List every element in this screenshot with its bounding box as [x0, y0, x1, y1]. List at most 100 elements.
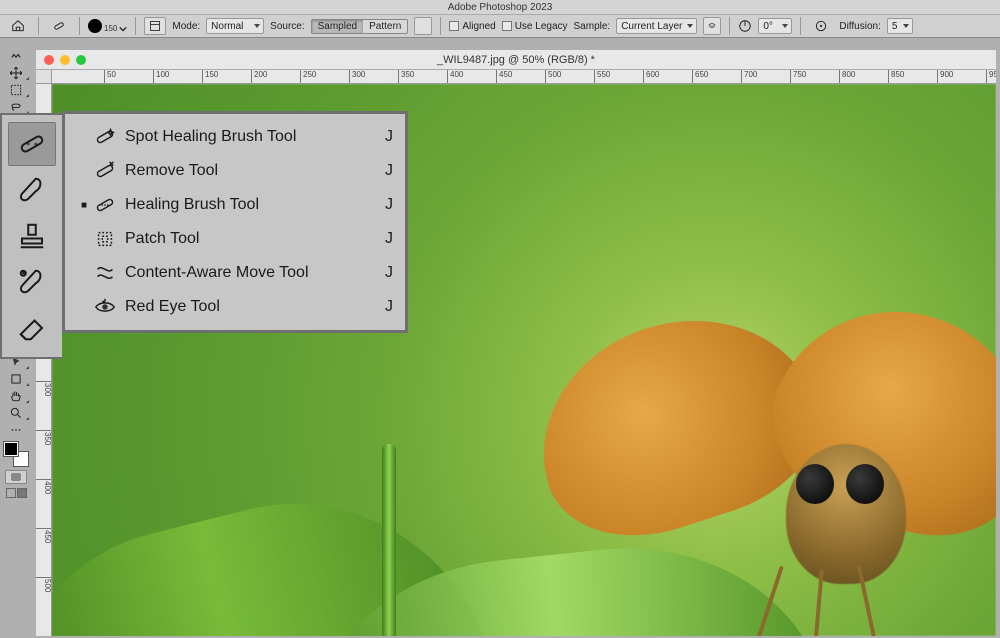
ruler-tick: 300 [36, 381, 52, 396]
flyout-item-remove[interactable]: Remove ToolJ [69, 154, 401, 188]
home-button[interactable] [6, 17, 30, 35]
tool-marquee[interactable] [2, 81, 30, 98]
flyout-label: Patch Tool [119, 230, 373, 248]
ruler-horizontal[interactable]: 5010015020025030035040045050055060065070… [52, 70, 996, 84]
ruler-tick: 800 [839, 70, 855, 84]
ruler-tick: 350 [36, 430, 52, 445]
big-tool-stamp[interactable] [8, 214, 56, 258]
panel-collapse[interactable] [2, 48, 30, 64]
flyout-shortcut: J [373, 162, 393, 180]
ruler-tick: 750 [790, 70, 806, 84]
redeye-icon [91, 296, 119, 318]
ignore-adjustment-button[interactable] [703, 17, 721, 35]
ruler-tick: 50 [104, 70, 116, 84]
flyout-shortcut: J [373, 196, 393, 214]
angle-input[interactable]: 0° [758, 18, 792, 34]
separator [38, 17, 39, 35]
flyout-label: Healing Brush Tool [119, 196, 373, 214]
mode-dropdown[interactable]: Normal [206, 18, 264, 34]
brush-size-value: 150 [104, 24, 117, 33]
brush-preview[interactable]: 150 [88, 19, 127, 33]
ruler-tick: 900 [937, 70, 953, 84]
flyout-shortcut: J [373, 298, 393, 316]
options-bar: 150 Mode: Normal Source: Sampled Pattern… [0, 15, 1000, 38]
quick-mask-toggle[interactable] [5, 470, 27, 484]
ruler-tick: 150 [202, 70, 218, 84]
angle-value: 0° [763, 21, 773, 32]
big-tool-brush[interactable] [8, 168, 56, 212]
big-tool-eraser[interactable] [8, 306, 56, 350]
aligned-label: Aligned [462, 21, 495, 32]
healing-icon [91, 194, 119, 216]
source-sampled[interactable]: Sampled [312, 20, 363, 33]
ruler-origin[interactable] [36, 70, 52, 84]
chevron-down-icon [119, 25, 127, 33]
big-tool-history-brush[interactable] [8, 260, 56, 304]
big-tool-healing[interactable] [8, 122, 56, 166]
legacy-label: Use Legacy [515, 21, 568, 32]
current-marker: ■ [77, 200, 91, 211]
legacy-checkbox[interactable]: Use Legacy [502, 21, 568, 32]
flyout-shortcut: J [373, 264, 393, 282]
sample-label: Sample: [574, 21, 611, 32]
aligned-checkbox[interactable]: Aligned [449, 21, 495, 32]
separator [440, 17, 441, 35]
ruler-tick: 850 [888, 70, 904, 84]
patch-icon [91, 228, 119, 250]
foreground-color[interactable] [4, 442, 18, 456]
home-icon [11, 19, 25, 33]
diffusion-label: Diffusion: [839, 21, 881, 32]
source-label: Source: [270, 21, 304, 32]
color-swatches[interactable] [4, 442, 28, 466]
remove-icon [91, 160, 119, 182]
ruler-tick: 650 [692, 70, 708, 84]
ruler-tick: 450 [36, 528, 52, 543]
tool-preset-button[interactable] [47, 17, 71, 35]
edit-toolbar[interactable] [2, 421, 30, 438]
flyout-item-healing[interactable]: ■ Healing Brush ToolJ [69, 188, 401, 222]
tool-hand[interactable] [2, 387, 30, 404]
flyout-item-patch[interactable]: Patch ToolJ [69, 222, 401, 256]
butterfly [536, 314, 996, 636]
ruler-tick: 450 [496, 70, 512, 84]
diffusion-value: 5 [892, 21, 898, 32]
sample-value: Current Layer [621, 21, 682, 32]
mode-label: Mode: [172, 21, 200, 32]
flyout-item-redeye[interactable]: Red Eye ToolJ [69, 290, 401, 324]
separator [135, 17, 136, 35]
ruler-tick: 400 [36, 479, 52, 494]
angle-icon [738, 19, 752, 33]
pattern-picker[interactable] [414, 17, 432, 35]
flyout-item-camove[interactable]: Content-Aware Move ToolJ [69, 256, 401, 290]
screen-mode[interactable] [6, 488, 27, 498]
pressure-button[interactable] [809, 17, 833, 35]
diffusion-input[interactable]: 5 [887, 18, 913, 34]
source-pattern[interactable]: Pattern [363, 20, 407, 33]
tool-flyout-column [0, 113, 62, 359]
ruler-tick: 250 [300, 70, 316, 84]
spot-healing-icon [91, 126, 119, 148]
close-icon[interactable] [44, 55, 54, 65]
ruler-tick: 100 [153, 70, 169, 84]
tool-shape[interactable] [2, 370, 30, 387]
minimize-icon[interactable] [60, 55, 70, 65]
flyout-label: Content-Aware Move Tool [119, 264, 373, 282]
panel-icon [149, 20, 161, 32]
source-toggle[interactable]: Sampled Pattern [311, 19, 409, 34]
ruler-tick: 600 [643, 70, 659, 84]
workspace: _WIL9487.jpg @ 50% (RGB/8) * 50100150200… [0, 38, 1000, 638]
tool-move[interactable] [2, 64, 30, 81]
sample-dropdown[interactable]: Current Layer [616, 18, 697, 34]
healing-tool-flyout[interactable]: Spot Healing Brush ToolJRemove ToolJ ■ Hea… [62, 111, 408, 333]
ruler-tick: 400 [447, 70, 463, 84]
window-controls[interactable] [44, 55, 86, 65]
separator [79, 17, 80, 35]
flyout-item-spot-healing[interactable]: Spot Healing Brush ToolJ [69, 120, 401, 154]
app-title: Adobe Photoshop 2023 [448, 2, 553, 13]
separator [800, 17, 801, 35]
tool-zoom[interactable] [2, 404, 30, 421]
zoom-icon[interactable] [76, 55, 86, 65]
brush-panel-button[interactable] [144, 17, 166, 35]
separator [729, 17, 730, 35]
document-titlebar[interactable]: _WIL9487.jpg @ 50% (RGB/8) * [36, 50, 996, 70]
